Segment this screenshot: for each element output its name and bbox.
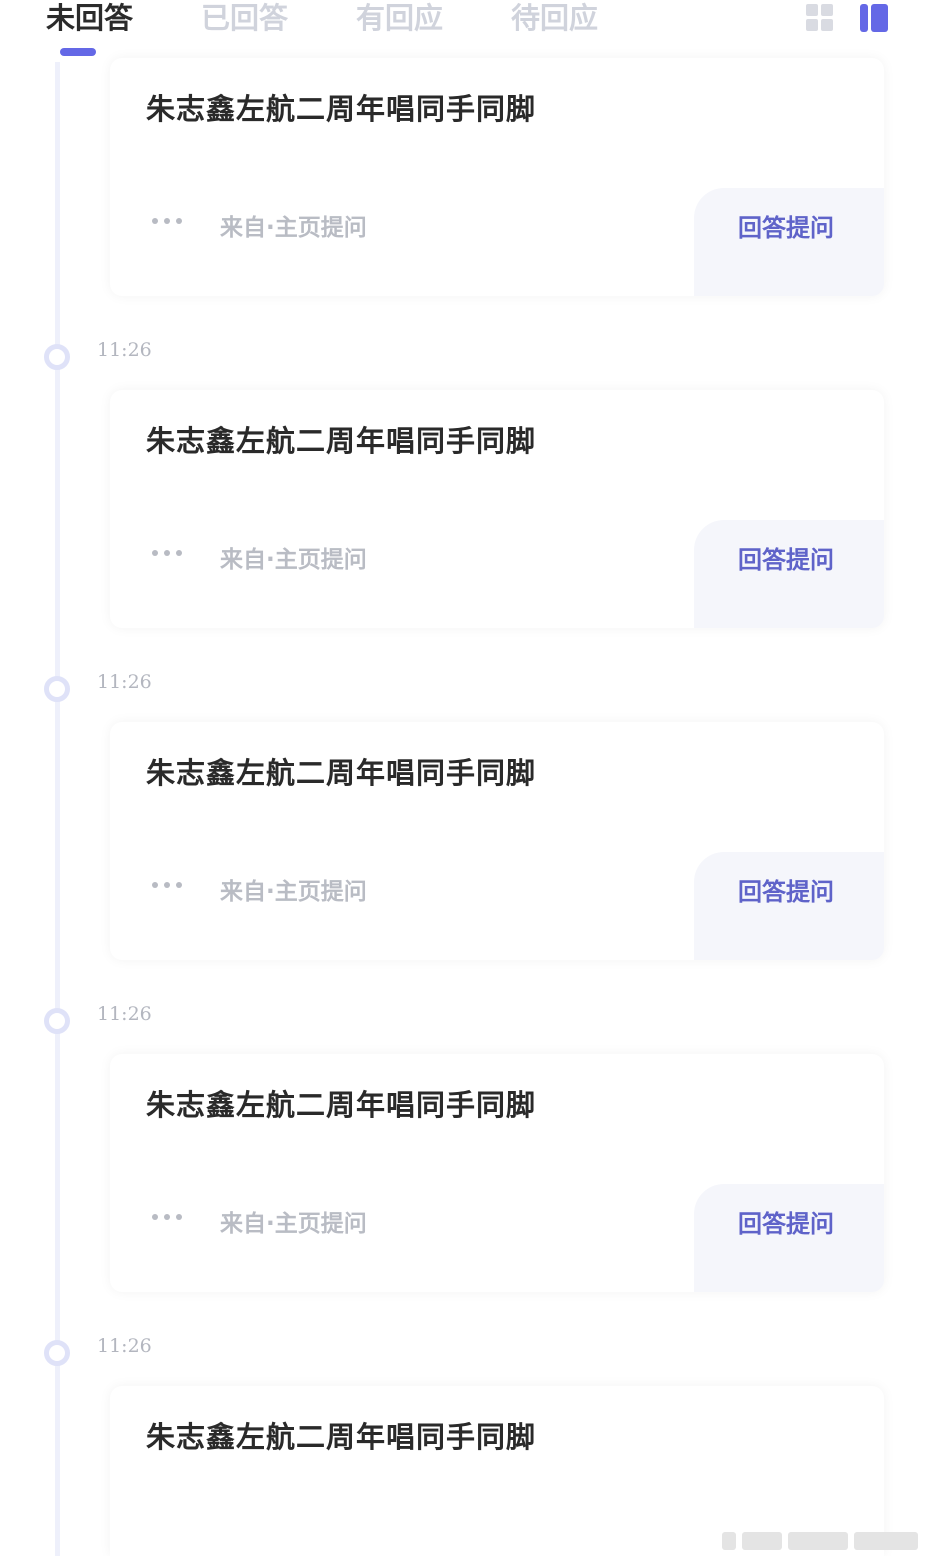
answer-question-button[interactable]: 回答提问 — [694, 852, 884, 960]
timeline-dot — [44, 344, 70, 370]
answer-question-label: 回答提问 — [738, 546, 834, 574]
active-tab-indicator — [60, 48, 96, 56]
question-card[interactable]: 朱志鑫左航二周年唱同手同脚 来自·主页提问 回答提问 — [110, 58, 884, 296]
answer-question-button[interactable]: 回答提问 — [694, 520, 884, 628]
timeline-dot — [44, 1008, 70, 1034]
question-title: 朱志鑫左航二周年唱同手同脚 — [146, 424, 537, 458]
answer-question-button[interactable]: 回答提问 — [694, 1184, 884, 1292]
question-card[interactable]: 朱志鑫左航二周年唱同手同脚 来自·主页提问 回答提问 — [110, 722, 884, 960]
answer-question-label: 回答提问 — [738, 214, 834, 242]
question-source: 来自·主页提问 — [220, 547, 367, 573]
question-source: 来自·主页提问 — [220, 1211, 367, 1237]
question-card[interactable]: 朱志鑫左航二周年唱同手同脚 来自·主页提问 回答提问 — [110, 390, 884, 628]
answer-question-button[interactable]: 回答提问 — [694, 188, 884, 296]
question-time: 11:26 — [97, 1335, 152, 1357]
answer-question-label: 回答提问 — [738, 1210, 834, 1238]
more-options-icon[interactable] — [150, 216, 184, 226]
question-title: 朱志鑫左航二周年唱同手同脚 — [146, 756, 537, 790]
tab-pending-response[interactable]: 待回应 — [511, 0, 598, 36]
timeline-dot — [44, 1340, 70, 1366]
more-options-icon[interactable] — [150, 1212, 184, 1222]
question-card[interactable]: 朱志鑫左航二周年唱同手同脚 来自·主页提问 回答提问 — [110, 1054, 884, 1292]
question-time: 11:26 — [97, 339, 152, 361]
tab-responded[interactable]: 有回应 — [356, 0, 443, 36]
question-title: 朱志鑫左航二周年唱同手同脚 — [146, 1420, 537, 1454]
question-title: 朱志鑫左航二周年唱同手同脚 — [146, 92, 537, 126]
more-options-icon[interactable] — [150, 880, 184, 890]
answer-question-label: 回答提问 — [738, 878, 834, 906]
question-title: 朱志鑫左航二周年唱同手同脚 — [146, 1088, 537, 1122]
tab-unanswered[interactable]: 未回答 — [46, 0, 133, 36]
question-source: 来自·主页提问 — [220, 879, 367, 905]
more-options-icon[interactable] — [150, 548, 184, 558]
question-source: 来自·主页提问 — [220, 215, 367, 241]
timeline-line — [55, 62, 60, 1556]
grid-view-icon[interactable] — [806, 4, 834, 32]
tab-answered[interactable]: 已回答 — [201, 0, 288, 36]
list-view-icon[interactable] — [860, 4, 888, 32]
question-time: 11:26 — [97, 671, 152, 693]
watermark — [722, 1530, 922, 1552]
timeline-dot — [44, 676, 70, 702]
question-time: 11:26 — [97, 1003, 152, 1025]
